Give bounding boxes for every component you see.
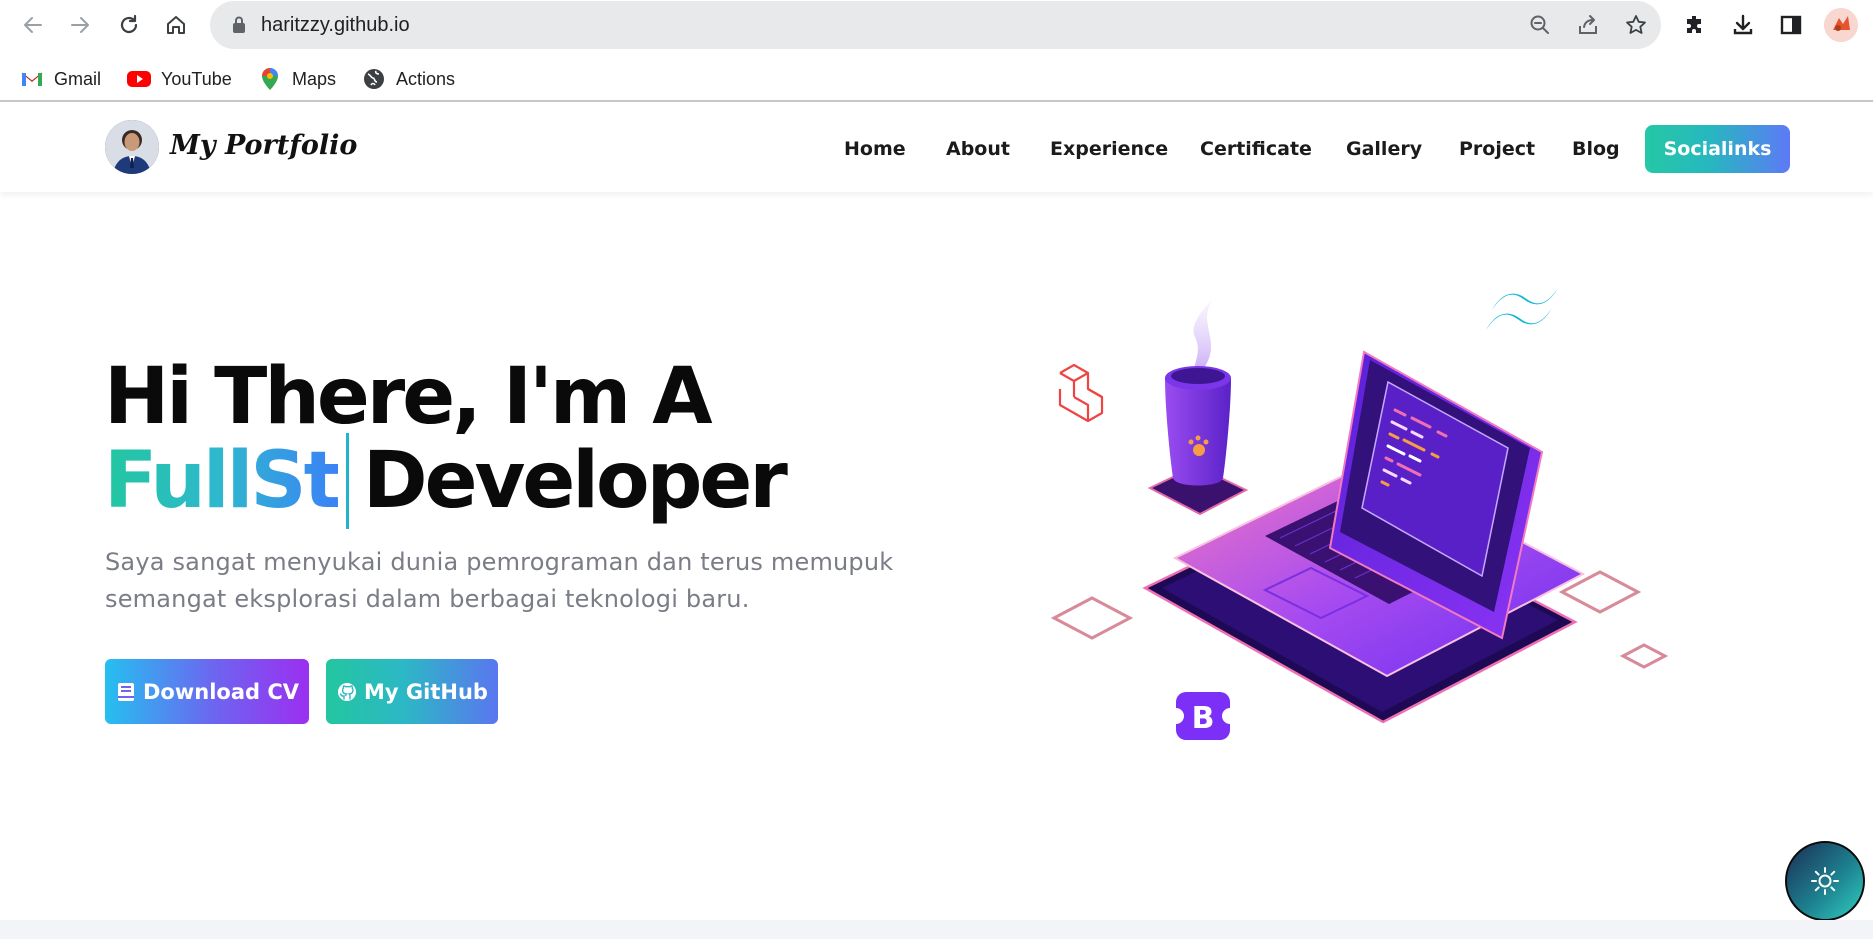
bookmarks-bar: Gmail YouTube Maps Actions bbox=[0, 56, 1873, 102]
nav-home[interactable]: Home bbox=[844, 138, 906, 160]
download-cv-label: Download CV bbox=[142, 679, 299, 704]
nav-certificate[interactable]: Certificate bbox=[1200, 138, 1312, 160]
bookmark-actions[interactable]: Actions bbox=[362, 66, 455, 92]
site-header: My Portfolio Home About Experience Certi… bbox=[0, 104, 1873, 192]
back-button[interactable] bbox=[17, 9, 49, 41]
bookmark-maps[interactable]: Maps bbox=[258, 66, 336, 92]
site-brand[interactable]: My Portfolio bbox=[170, 130, 357, 161]
youtube-icon bbox=[127, 67, 151, 91]
nav-about[interactable]: About bbox=[946, 138, 1010, 160]
browser-toolbar: haritzzy.github.io bbox=[0, 0, 1873, 50]
bookmark-gmail[interactable]: Gmail bbox=[20, 66, 101, 92]
github-button[interactable]: My GitHub bbox=[326, 659, 498, 724]
download-cv-button[interactable]: Download CV bbox=[105, 659, 309, 724]
cup bbox=[1165, 378, 1231, 486]
bookmark-label: Maps bbox=[292, 68, 337, 89]
decor-diamond bbox=[1050, 596, 1134, 640]
hero-description: Saya sangat menyukai dunia pemrograman d… bbox=[105, 548, 894, 613]
lock-icon bbox=[231, 15, 247, 40]
book-icon bbox=[115, 681, 137, 703]
globe-icon bbox=[362, 67, 386, 91]
bootstrap-logo: B bbox=[1176, 692, 1230, 740]
url-text[interactable]: haritzzy.github.io bbox=[261, 14, 410, 37]
laravel-logo bbox=[1058, 363, 1104, 423]
hero-heading-line2: FullSt Developer bbox=[104, 433, 788, 529]
typing-caret bbox=[345, 433, 349, 529]
github-label: My GitHub bbox=[364, 679, 488, 704]
reload-icon bbox=[120, 14, 138, 34]
arrow-left-icon bbox=[24, 17, 42, 33]
svg-text:B: B bbox=[1192, 701, 1215, 736]
side-panel-icon[interactable] bbox=[1776, 10, 1806, 40]
github-icon bbox=[336, 681, 358, 703]
theme-toggle-button[interactable] bbox=[1785, 841, 1865, 921]
sun-icon bbox=[1811, 867, 1839, 895]
tailwind-logo bbox=[1486, 288, 1558, 330]
maps-icon bbox=[258, 67, 282, 91]
profile-icon bbox=[1824, 8, 1858, 42]
forward-button[interactable] bbox=[64, 9, 96, 41]
extensions-icon[interactable] bbox=[1680, 10, 1710, 40]
nav-blog[interactable]: Blog bbox=[1572, 138, 1620, 160]
decor-diamond bbox=[1619, 643, 1669, 669]
home-icon bbox=[167, 16, 185, 34]
profile-avatar[interactable] bbox=[1824, 8, 1858, 42]
address-bar[interactable]: haritzzy.github.io bbox=[210, 1, 1661, 49]
bookmark-youtube[interactable]: YouTube bbox=[127, 66, 232, 92]
zoom-icon[interactable] bbox=[1526, 11, 1554, 39]
hero-illustration: B bbox=[1040, 270, 1680, 760]
star-icon[interactable] bbox=[1622, 11, 1650, 39]
nav-project[interactable]: Project bbox=[1459, 138, 1535, 160]
home-button[interactable] bbox=[160, 9, 192, 41]
hero-heading-line1: Hi There, I'm A bbox=[104, 352, 713, 442]
typed-text: FullSt bbox=[104, 436, 341, 526]
download-icon[interactable] bbox=[1728, 10, 1758, 40]
profile-photo bbox=[105, 120, 159, 174]
socialinks-button[interactable]: Socialinks bbox=[1645, 125, 1790, 173]
share-icon[interactable] bbox=[1574, 11, 1602, 39]
hero-heading-rest: Developer bbox=[362, 436, 788, 526]
nav-experience[interactable]: Experience bbox=[1050, 138, 1168, 160]
gmail-icon bbox=[20, 67, 44, 91]
bookmark-label: Gmail bbox=[54, 68, 102, 89]
arrow-right-icon bbox=[71, 17, 89, 33]
reload-button[interactable] bbox=[113, 9, 145, 41]
bookmark-label: Actions bbox=[396, 68, 456, 89]
bookmark-label: YouTube bbox=[161, 68, 232, 89]
nav-gallery[interactable]: Gallery bbox=[1346, 138, 1422, 160]
next-section-edge bbox=[0, 920, 1873, 939]
